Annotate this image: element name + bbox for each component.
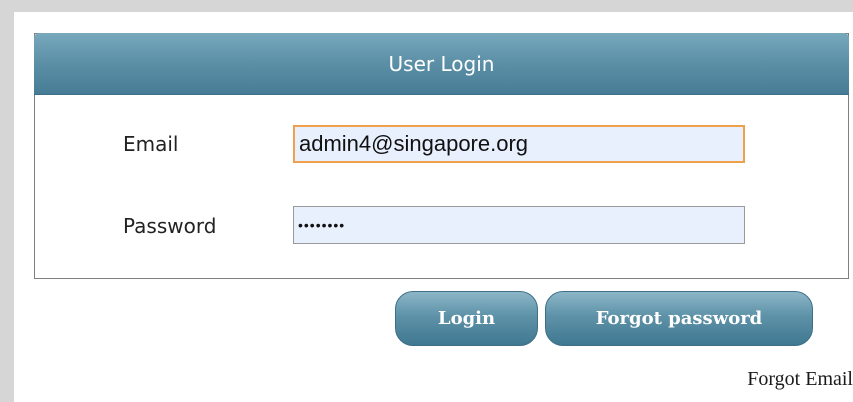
login-button[interactable]: Login (395, 291, 538, 346)
page-content: User Login Email Password Login Forgot p… (14, 12, 853, 402)
forgot-email-link[interactable]: Forgot Email (747, 368, 853, 391)
panel-title: User Login (388, 51, 495, 76)
login-panel: User Login Email Password (34, 33, 849, 279)
email-field[interactable] (293, 125, 745, 163)
forgot-password-button[interactable]: Forgot password (545, 291, 813, 346)
password-label: Password (123, 214, 217, 238)
panel-header: User Login (34, 33, 849, 95)
password-field[interactable] (293, 206, 745, 244)
email-label: Email (123, 132, 179, 156)
